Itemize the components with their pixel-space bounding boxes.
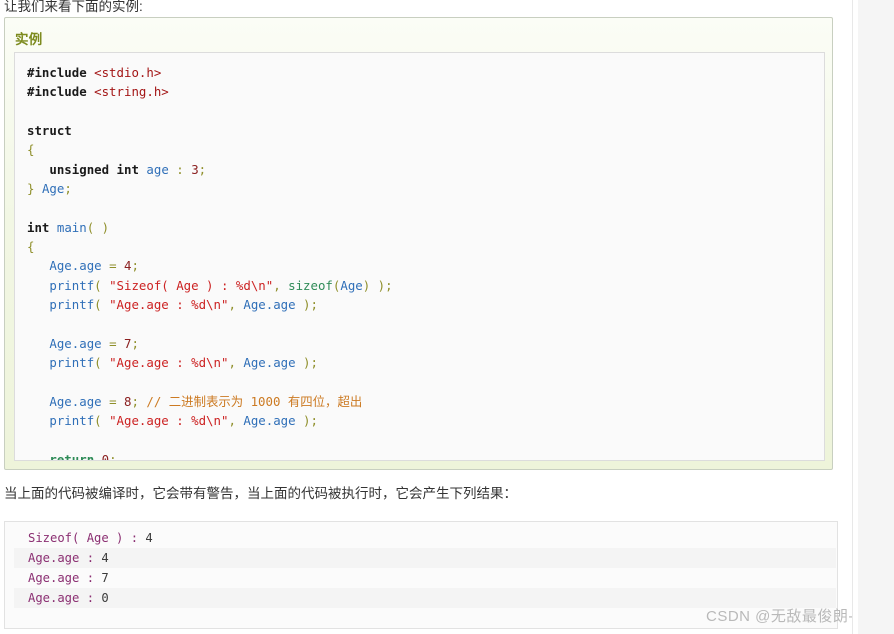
page-root: 让我们来看下面的实例: 实例 #include <stdio.h> #inclu… [0,0,894,634]
code-token: main [56,219,87,235]
code-token: printf [49,355,95,371]
example-panel-title: 实例 [15,32,43,47]
code-token: printf [49,413,95,429]
code-token: = [109,335,117,351]
code-area[interactable]: #include <stdio.h> #include <string.h> s… [14,52,825,461]
code-token: ); [295,297,318,313]
code-token: printf [49,277,95,293]
output-row: Age.age : 4 [14,548,836,568]
page-right-gutter [858,0,894,634]
page-gutter-divider [852,0,853,634]
code-token: = [109,393,117,409]
output-row-value: 0 [101,591,109,605]
code-token: Age.age [49,258,102,274]
code-token: ; [131,258,139,274]
code-token: printf [49,297,95,313]
result-paragraph: 当上面的代码被编译时，它会带有警告，当上面的代码被执行时，它会产生下列结果： [4,486,517,501]
output-row-label: Age.age : [28,591,102,605]
output-row-label: Sizeof( Age ) : [28,531,146,545]
code-block: #include <stdio.h> #include <string.h> s… [15,53,824,461]
code-token: ( [94,413,110,429]
code-token: 0 [101,451,110,461]
output-row-label: Age.age : [28,571,102,585]
code-token: Age [41,181,65,197]
code-token: ; [131,393,147,409]
code-token: "Sizeof( Age ) : %d\n" [109,277,274,293]
code-token: <string.h> [94,84,169,100]
article-content: 让我们来看下面的实例: 实例 #include <stdio.h> #inclu… [0,0,854,634]
code-token: sizeof [288,277,333,293]
code-token: ); [295,355,318,371]
code-token: ; [131,335,139,351]
code-token: ); [370,277,393,293]
code-token: , [228,413,244,429]
code-token: : [176,161,184,177]
code-token: "Age.age : %d\n" [109,355,229,371]
code-token: ); [295,413,318,429]
code-token: { [27,142,35,158]
output-row-value: 7 [101,571,109,585]
output-row-value: 4 [145,531,153,545]
code-token: ; [109,451,117,461]
code-token: Age.age [243,297,296,313]
code-token: int [116,161,139,177]
output-row: Sizeof( Age ) : 4 [14,528,836,548]
code-token: "Age.age : %d\n" [109,297,229,313]
code-token: struct [27,123,72,139]
code-token: Age.age [243,355,296,371]
code-token: ; [198,161,207,177]
intro-paragraph: 让我们来看下面的实例: [4,0,143,14]
code-token: Age [340,277,363,293]
example-panel: 实例 #include <stdio.h> #include <string.h… [4,17,833,470]
code-token: #include [27,84,95,100]
code-token: , [273,277,289,293]
code-token: ( [94,355,110,371]
code-token: return [49,451,95,461]
code-token: ( [94,297,110,313]
code-token: ( [94,277,110,293]
code-token: Age.age [49,335,102,351]
code-token: = [109,258,117,274]
code-token: ; [64,181,72,197]
output-row-label: Age.age : [28,551,102,565]
code-token: int [27,219,50,235]
code-token: ( ) [86,219,110,235]
code-token: unsigned [49,161,110,177]
code-token: { [27,239,35,255]
code-token: , [228,355,244,371]
code-token: <stdio.h> [94,65,162,80]
code-token: // 二进制表示为 1000 有四位，超出 [146,393,363,409]
code-token: 3 [191,161,199,177]
code-token: #include [27,65,95,80]
output-row: Age.age : 7 [14,568,836,588]
csdn-watermark: CSDN @无敌最俊朗- [706,608,854,625]
code-token: Age.age [49,393,102,409]
code-token: Age.age [243,413,296,429]
code-token: "Age.age : %d\n" [109,413,229,429]
code-token: , [228,297,244,313]
code-token: age [146,161,169,177]
output-row-value: 4 [101,551,109,565]
